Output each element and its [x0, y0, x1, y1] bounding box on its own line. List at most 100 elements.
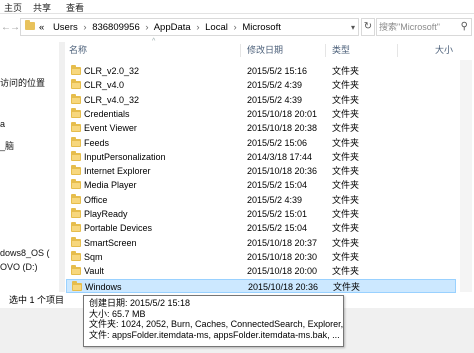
breadcrumb-separator[interactable]: ›	[234, 22, 237, 33]
file-name: PlayReady	[84, 209, 128, 219]
file-name: Media Player	[84, 180, 137, 191]
nav-item-this-pc[interactable]: _脑	[0, 139, 14, 152]
file-row[interactable]: SmartScreen 2015/10/18 20:37 文件夹	[66, 236, 456, 250]
breadcrumb-appdata[interactable]: AppData	[154, 22, 191, 33]
search-box[interactable]: ⚲	[376, 18, 472, 36]
file-row[interactable]: CLR_v2.0_32 2015/5/2 15:16 文件夹	[66, 64, 456, 78]
file-row[interactable]: CLR_v4.0_32 2015/5/2 4:39 文件夹	[66, 93, 456, 107]
file-row[interactable]: Feeds 2015/5/2 15:06 文件夹	[66, 136, 456, 150]
folder-icon	[71, 236, 81, 247]
column-header-size[interactable]: 大小	[435, 42, 453, 58]
nav-item-recent-places[interactable]: 访问的位置	[0, 76, 45, 89]
file-type: 文件夹	[332, 223, 360, 234]
address-row: ← → « Users › 836809956 › AppData › Loca…	[0, 15, 474, 41]
column-divider[interactable]	[240, 44, 241, 57]
file-date: 2015/10/18 20:36	[248, 281, 319, 292]
chevron-down-icon[interactable]: ▾	[351, 20, 355, 35]
column-divider[interactable]	[325, 44, 326, 57]
nav-item-drive-c[interactable]: dows8_OS (	[0, 248, 50, 258]
file-row[interactable]: Vault 2015/10/18 20:00 文件夹	[66, 264, 456, 278]
folder-icon	[71, 65, 81, 75]
file-list-scrollbar[interactable]	[460, 60, 472, 292]
file-name: CLR_v2.0_32	[84, 66, 140, 76]
folder-icon	[71, 93, 81, 104]
file-type: 文件夹	[332, 180, 360, 191]
file-row[interactable]: Event Viewer 2015/10/18 20:38 文件夹	[66, 121, 456, 135]
column-header-type[interactable]: 类型	[332, 42, 350, 58]
sort-arrow-icon: ^	[152, 38, 156, 45]
breadcrumb-user-id[interactable]: 836809956	[92, 22, 140, 33]
tooltip-created: 创建日期: 2015/5/2 15:18	[89, 298, 191, 308]
file-row[interactable]: CLR_v4.0 2015/5/2 4:39 文件夹	[66, 78, 456, 92]
file-type: 文件夹	[332, 80, 360, 91]
column-header-date[interactable]: 修改日期	[247, 42, 283, 58]
file-type: 文件夹	[332, 266, 360, 277]
status-selection: 选中 1 个项目	[9, 295, 65, 305]
breadcrumb-users[interactable]: Users	[53, 22, 78, 33]
folder-icon	[71, 265, 81, 276]
address-bar[interactable]: « Users › 836809956 › AppData › Local › …	[20, 18, 359, 36]
file-row[interactable]: Office 2015/5/2 4:39 文件夹	[66, 193, 456, 207]
file-type: 文件夹	[332, 108, 360, 119]
column-header-name[interactable]: 名称	[69, 42, 87, 58]
file-date: 2015/5/2 4:39	[247, 194, 303, 205]
file-name: Credentials	[84, 108, 130, 119]
folder-icon	[71, 165, 81, 176]
file-name: InputPersonalization	[84, 151, 166, 162]
nav-item-drive-d[interactable]: OVO (D:)	[0, 262, 38, 272]
file-date: 2015/5/2 15:16	[247, 66, 308, 76]
file-row[interactable]: Media Player 2015/5/2 15:04 文件夹	[66, 178, 456, 192]
file-date: 2015/10/18 20:36	[247, 166, 318, 177]
file-row[interactable]: PlayReady 2015/5/2 15:01 文件夹	[66, 207, 456, 221]
file-date: 2015/10/18 20:30	[247, 251, 318, 262]
search-icon[interactable]: ⚲	[461, 21, 468, 32]
file-row[interactable]: Sqm 2015/10/18 20:30 文件夹	[66, 250, 456, 264]
file-row[interactable]: Credentials 2015/10/18 20:01 文件夹	[66, 107, 456, 121]
tab-share[interactable]: 共享	[33, 1, 51, 14]
refresh-button[interactable]: ↻	[361, 18, 375, 36]
nav-item-a[interactable]: a	[0, 119, 5, 129]
folder-icon	[71, 150, 81, 161]
file-date: 2014/3/18 17:44	[247, 151, 313, 162]
tooltip-files: 文件: appsFolder.itemdata-ms, appsFolder.i…	[89, 329, 340, 340]
file-date: 2015/5/2 15:01	[247, 209, 308, 219]
file-type: 文件夹	[332, 151, 360, 162]
forward-arrow-icon[interactable]: →	[10, 21, 20, 35]
breadcrumb-separator[interactable]: ›	[145, 22, 148, 33]
breadcrumb-microsoft[interactable]: Microsoft	[242, 22, 281, 33]
file-name: Event Viewer	[84, 123, 137, 134]
file-row[interactable]: Windows 2015/10/18 20:36 文件夹	[66, 278, 456, 293]
file-date: 2015/10/18 20:37	[247, 237, 318, 248]
breadcrumb-separator[interactable]: ›	[196, 22, 199, 33]
folder-icon	[25, 20, 35, 30]
file-row[interactable]: InputPersonalization 2014/3/18 17:44 文件夹	[66, 150, 456, 164]
file-row[interactable]: Internet Explorer 2015/10/18 20:36 文件夹	[66, 164, 456, 178]
file-name: Internet Explorer	[84, 166, 151, 177]
tab-view[interactable]: 查看	[66, 1, 84, 14]
file-date: 2015/5/2 15:04	[247, 180, 308, 191]
file-name: CLR_v4.0	[84, 80, 125, 91]
folder-icon	[71, 222, 81, 233]
breadcrumb-separator[interactable]: ›	[83, 22, 86, 33]
ribbon-bar: 主页 共享 查看	[0, 0, 474, 14]
folder-icon	[71, 179, 81, 190]
breadcrumb-local[interactable]: Local	[205, 22, 228, 33]
file-date: 2015/10/18 20:00	[247, 266, 318, 277]
file-row[interactable]: Portable Devices 2015/5/2 15:04 文件夹	[66, 221, 456, 235]
file-name: Sqm	[84, 251, 103, 262]
breadcrumb: « Users › 836809956 › AppData › Local › …	[39, 20, 281, 35]
refresh-icon: ↻	[363, 21, 373, 32]
tab-home[interactable]: 主页	[4, 1, 22, 14]
search-input[interactable]	[379, 20, 457, 34]
file-type: 文件夹	[332, 209, 360, 219]
folder-tooltip: 创建日期: 2015/5/2 15:18 大小: 65.7 MB 文件夹: 10…	[83, 295, 344, 347]
folder-icon	[72, 280, 82, 291]
column-divider[interactable]	[397, 44, 398, 57]
file-type: 文件夹	[332, 237, 360, 248]
breadcrumb-overflow[interactable]: «	[39, 22, 44, 33]
file-name: Windows	[85, 281, 122, 292]
file-date: 2015/5/2 4:39	[247, 80, 303, 91]
file-type: 文件夹	[332, 251, 360, 262]
nav-scrollbar[interactable]	[59, 42, 65, 292]
file-date: 2015/5/2 15:04	[247, 223, 308, 234]
